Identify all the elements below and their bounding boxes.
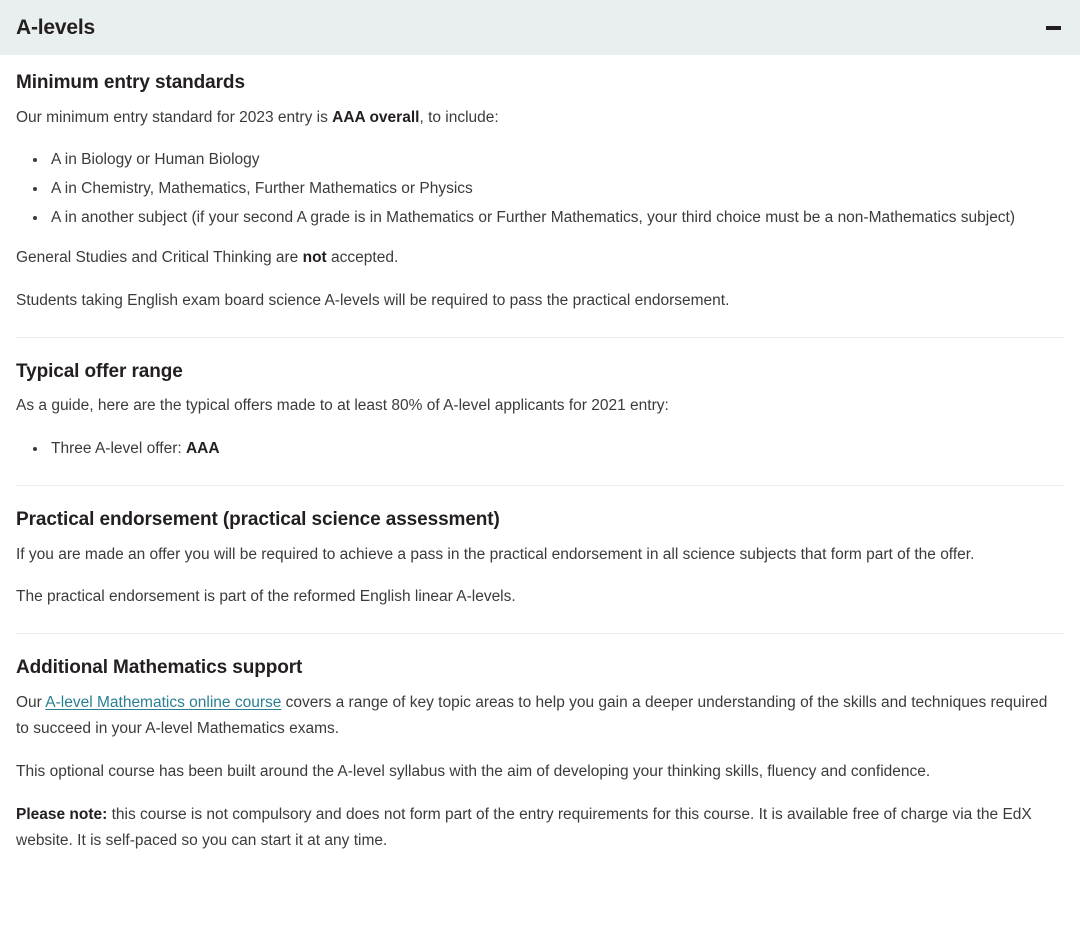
maths-support-paragraph-1: Our A-level Mathematics online course co…	[16, 690, 1064, 743]
practical-endorsement-paragraph-1: If you are made an offer you will be req…	[16, 545, 975, 563]
offer-label: Three A-level offer:	[51, 440, 186, 458]
list-item: A in another subject (if your second A g…	[33, 205, 1064, 232]
list-item: A in Biology or Human Biology	[33, 147, 1064, 174]
section-minimum-entry-standards: Minimum entry standards Our minimum entr…	[16, 71, 1064, 315]
intro-text-after: , to include:	[419, 108, 499, 126]
a-level-maths-online-course-link[interactable]: A-level Mathematics online course	[45, 694, 281, 711]
minimum-entry-bullet-list: A in Biology or Human Biology A in Chemi…	[16, 147, 1064, 231]
minimum-entry-intro: Our minimum entry standard for 2023 entr…	[16, 105, 1064, 132]
accordion-header[interactable]: A-levels	[0, 0, 1080, 55]
section-additional-mathematics-support: Additional Mathematics support Our A-lev…	[16, 632, 1064, 855]
offer-grades: AAA	[185, 440, 220, 458]
list-item: A in Chemistry, Mathematics, Further Mat…	[33, 176, 1064, 203]
section-typical-offer-range: Typical offer range As a guide, here are…	[16, 336, 1064, 463]
section-heading: Practical endorsement (practical science…	[16, 508, 500, 530]
accordion-body: Minimum entry standards Our minimum entr…	[0, 55, 1080, 855]
please-note-rest: this course is not compulsory and does n…	[16, 805, 1032, 850]
maths-support-paragraph-2: This optional course has been built arou…	[16, 762, 931, 780]
minus-icon	[1045, 25, 1061, 30]
page-title: A-levels	[16, 16, 95, 39]
maths-support-please-note: Please note: this course is not compulso…	[16, 802, 1064, 855]
typical-offer-bullet-list: Three A-level offer: AAA	[16, 436, 1064, 463]
section-heading: Additional Mathematics support	[16, 656, 303, 678]
list-item: Three A-level offer: AAA	[33, 436, 1064, 463]
practical-endorsement-paragraph-2: The practical endorsement is part of the…	[16, 588, 516, 606]
note-text-before: General Studies and Critical Thinking ar…	[16, 249, 303, 267]
section-practical-endorsement: Practical endorsement (practical science…	[16, 484, 1064, 611]
maths-text-before-link: Our	[16, 693, 46, 711]
note-bold: not	[302, 249, 327, 267]
intro-grade-bold: AAA overall	[332, 108, 420, 126]
intro-text-before: Our minimum entry standard for 2023 entr…	[16, 108, 333, 126]
practical-endorsement-note: Students taking English exam board scien…	[16, 292, 730, 310]
accordion-collapse-button[interactable]	[1040, 15, 1066, 41]
typical-offer-intro: As a guide, here are the typical offers …	[16, 397, 669, 415]
please-note-bold: Please note:	[16, 805, 108, 823]
section-heading: Minimum entry standards	[16, 72, 245, 93]
general-studies-note: General Studies and Critical Thinking ar…	[16, 245, 1064, 272]
note-text-after: accepted.	[326, 249, 399, 267]
section-heading: Typical offer range	[16, 360, 183, 382]
a-levels-accordion: A-levels Minimum entry standards Our min…	[0, 0, 1080, 855]
